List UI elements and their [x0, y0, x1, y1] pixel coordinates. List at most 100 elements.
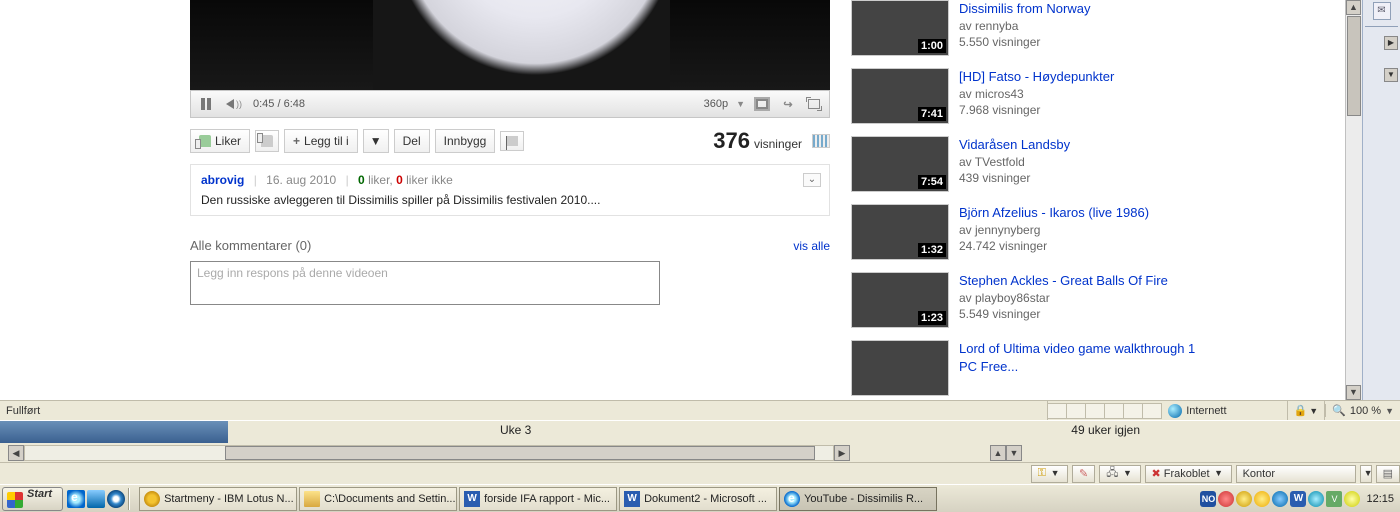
tray-icon[interactable] [1236, 491, 1252, 507]
ie-dropdown-icon[interactable]: ▼ [1384, 68, 1398, 82]
comment-input[interactable]: Legg inn respons på denne videoen [190, 261, 660, 305]
pause-button[interactable] [197, 95, 215, 113]
time-display: 0:45 / 6:48 [253, 98, 305, 110]
lotus-statusbar: ⚿▼ ✎ 🖧▼ ✖Frakoblet▼ Kontor ▼ ▤ [0, 462, 1400, 484]
ie-expand-icon[interactable]: ▶ [1384, 36, 1398, 50]
add-to-dropdown[interactable]: ▼ [363, 129, 389, 153]
volume-button[interactable]: )) [225, 95, 243, 113]
embed-button[interactable]: Innbygg [435, 129, 496, 153]
ie-icon[interactable] [67, 490, 85, 508]
related-title[interactable]: Björn Afzelius - Ikaros (live 1986) [959, 204, 1149, 222]
lotus-icon [144, 491, 160, 507]
clock: 12:15 [1366, 493, 1394, 505]
add-to-button[interactable]: +Legg til i [284, 129, 358, 153]
ie-sidebar: ✉ ▶ ▼ [1362, 0, 1400, 400]
vertical-scrollbar[interactable]: ▲▼ [1345, 0, 1362, 400]
related-title[interactable]: [HD] Fatso - Høydepunkter [959, 68, 1114, 86]
related-item[interactable]: 1:00 Dissimilis from Norwayav rennyba5.5… [851, 0, 1201, 56]
tray-icon[interactable] [1308, 491, 1324, 507]
video-thumbnail[interactable]: 7:41 [851, 68, 949, 124]
video-thumbnail[interactable]: 7:54 [851, 136, 949, 192]
week-label: Uke 3 [500, 423, 531, 437]
lotus-key-button[interactable]: ⚿▼ [1031, 465, 1068, 483]
show-all-link[interactable]: vis alle [793, 239, 830, 253]
ie-statusbar: Fullført Internett 🔒▼ 🔍 100 % ▼ [0, 400, 1400, 420]
taskbar-item[interactable]: WDokument2 - Microsoft ... [619, 487, 777, 511]
show-desktop-icon[interactable] [87, 490, 105, 508]
ie-tool-button[interactable]: ✉ [1373, 2, 1391, 20]
word-icon: W [464, 491, 480, 507]
stats-icon[interactable] [812, 134, 830, 148]
tray-icon[interactable] [1254, 491, 1270, 507]
related-item[interactable]: 1:32 Björn Afzelius - Ikaros (live 1986)… [851, 204, 1201, 260]
video-thumbnail[interactable]: 1:00 [851, 0, 949, 56]
lotus-tray-button[interactable]: ▤ [1376, 465, 1400, 483]
week-progress-bar: Uke 3 49 uker igjen [0, 420, 1400, 444]
expand-button[interactable]: ⌄ [803, 173, 821, 187]
taskbar-item[interactable]: YouTube - Dissimilis R... [779, 487, 937, 511]
lotus-location-button[interactable]: Kontor [1236, 465, 1356, 483]
windows-taskbar: Start Startmeny - IBM Lotus N... C:\Docu… [0, 484, 1400, 512]
horizontal-scrollbar[interactable]: ◀ ▶ ▲ ▼ [0, 444, 1400, 462]
related-title[interactable]: Lord of Ultima video game walkthrough 1 … [959, 340, 1201, 375]
zone-label: Internett [1186, 401, 1226, 421]
zoom-icon[interactable]: 🔍 [1332, 404, 1346, 417]
internet-zone-icon [1168, 404, 1182, 418]
flag-icon [506, 136, 518, 146]
related-title[interactable]: Stephen Ackles - Great Balls Of Fire [959, 272, 1168, 290]
lock-icon[interactable]: 🔒 [1294, 401, 1308, 421]
dislike-button[interactable] [255, 130, 279, 152]
related-item[interactable]: 7:41 [HD] Fatso - Høydepunkterav micros4… [851, 68, 1201, 124]
tray-icon[interactable] [1272, 491, 1288, 507]
like-button[interactable]: Liker [190, 129, 250, 153]
taskbar-item[interactable]: Startmeny - IBM Lotus N... [139, 487, 297, 511]
description-box: abrovig | 16. aug 2010 | 0 liker, 0 like… [190, 164, 830, 216]
related-item[interactable]: Lord of Ultima video game walkthrough 1 … [851, 340, 1201, 396]
zoom-level: 100 % [1350, 405, 1381, 417]
lotus-dropdown[interactable]: ▼ [1360, 465, 1372, 483]
description-text: Den russiske avleggeren til Dissimilis s… [201, 193, 819, 207]
view-label: visninger [754, 137, 802, 151]
lotus-offline-button[interactable]: ✖Frakoblet▼ [1145, 465, 1232, 483]
quality-label[interactable]: 360p [704, 98, 728, 110]
related-title[interactable]: Dissimilis from Norway [959, 0, 1090, 18]
start-button[interactable]: Start [2, 487, 63, 511]
quick-launch [67, 490, 125, 508]
video-player[interactable] [190, 0, 830, 90]
fullscreen-icon[interactable] [805, 95, 823, 113]
tray-icon[interactable]: NO [1200, 491, 1216, 507]
related-item[interactable]: 1:23 Stephen Ackles - Great Balls Of Fir… [851, 272, 1201, 328]
scroll-right-icon[interactable]: ▶ [834, 445, 850, 461]
action-bar: Liker +Legg til i ▼ Del Innbygg 376 visn… [190, 128, 830, 154]
tray-icon[interactable] [1344, 491, 1360, 507]
related-videos: 1:00 Dissimilis from Norwayav rennyba5.5… [851, 0, 1201, 408]
lotus-tool-button[interactable]: ✎ [1072, 465, 1095, 483]
related-title[interactable]: Vidaråsen Landsby [959, 136, 1070, 154]
related-item[interactable]: 7:54 Vidaråsen Landsbyav TVestfold439 vi… [851, 136, 1201, 192]
video-thumbnail[interactable]: 1:32 [851, 204, 949, 260]
popout-icon[interactable] [753, 95, 771, 113]
player-controls: )) 0:45 / 6:48 360p▼ ↪ [190, 90, 830, 118]
video-thumbnail[interactable] [851, 340, 949, 396]
tray-icon[interactable]: V [1326, 491, 1342, 507]
lotus-tool-button[interactable]: 🖧▼ [1099, 465, 1140, 483]
scroll-left-icon[interactable]: ◀ [8, 445, 24, 461]
scroll-down-icon[interactable]: ▼ [1006, 445, 1022, 461]
share-arrow-icon[interactable]: ↪ [779, 95, 797, 113]
taskbar-item[interactable]: C:\Documents and Settin... [299, 487, 457, 511]
thumb-up-icon [199, 135, 211, 147]
folder-icon [304, 491, 320, 507]
system-tray: NO W V 12:15 [1200, 491, 1400, 507]
share-button[interactable]: Del [394, 129, 430, 153]
video-thumbnail[interactable]: 1:23 [851, 272, 949, 328]
tray-icon[interactable] [1218, 491, 1234, 507]
media-player-icon[interactable] [107, 490, 125, 508]
flag-button[interactable] [500, 131, 524, 151]
view-count: 376 [713, 128, 750, 154]
comments-header: Alle kommentarer (0) [190, 238, 311, 253]
taskbar-item[interactable]: Wforside IFA rapport - Mic... [459, 487, 617, 511]
tray-icon[interactable]: W [1290, 491, 1306, 507]
weeks-remaining: 49 uker igjen [1071, 423, 1140, 437]
scroll-up-icon[interactable]: ▲ [990, 445, 1006, 461]
uploader-link[interactable]: abrovig [201, 173, 244, 187]
